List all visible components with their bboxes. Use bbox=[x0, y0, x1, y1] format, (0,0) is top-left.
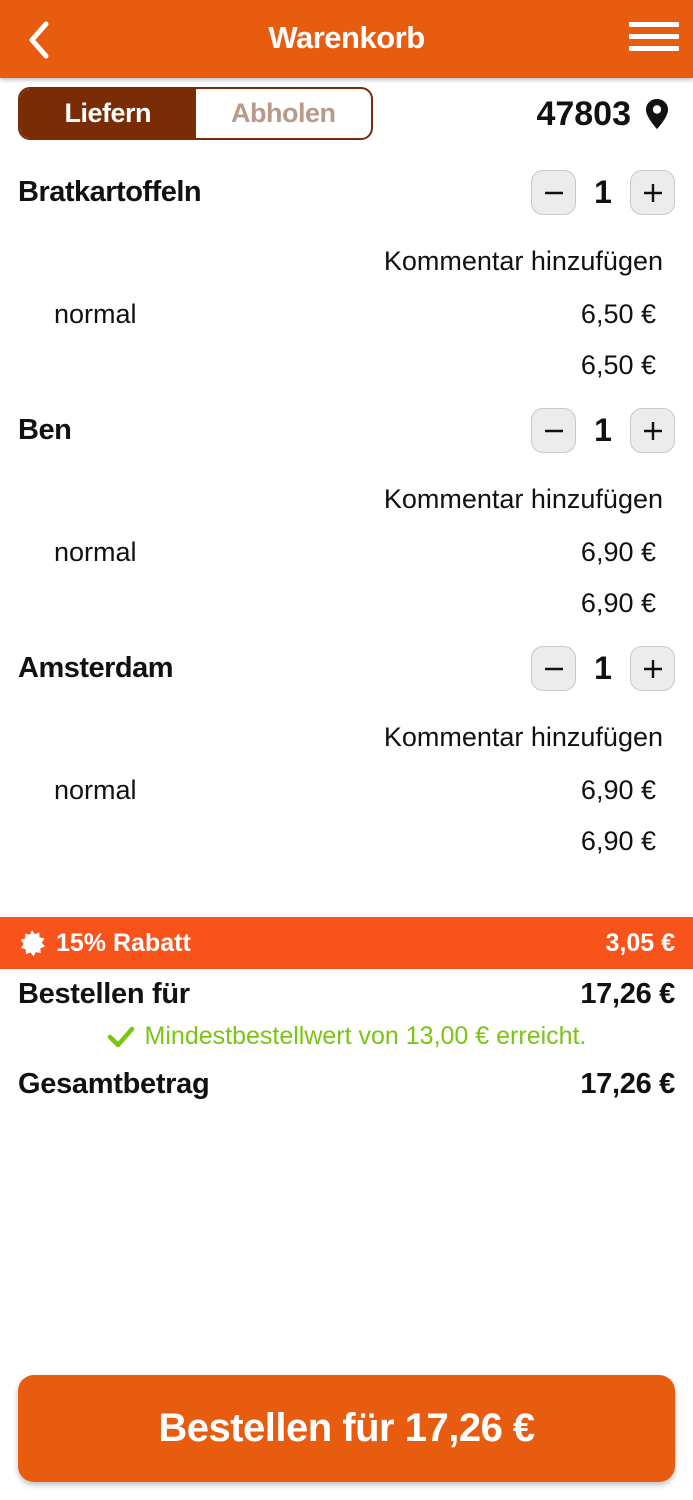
discount-bar: 15% Rabatt 3,05 € bbox=[0, 917, 693, 969]
order-for-row: Bestellen für 17,26 € bbox=[18, 978, 675, 1011]
item-variant: normal bbox=[54, 299, 137, 329]
item-name: Bratkartoffeln bbox=[18, 176, 202, 208]
increase-button[interactable] bbox=[630, 170, 675, 215]
add-comment-link[interactable]: Kommentar hinzufügen bbox=[384, 246, 663, 277]
total-label: Gesamtbetrag bbox=[18, 1068, 210, 1100]
minus-icon bbox=[544, 191, 563, 194]
total-row: Gesamtbetrag 17,26 € bbox=[18, 1068, 675, 1101]
variant-price: 6,90 € bbox=[580, 775, 656, 805]
quantity-value: 1 bbox=[594, 650, 612, 686]
item-name: Amsterdam bbox=[18, 652, 174, 684]
minimum-order-text: Mindestbestellwert von 13,00 € erreicht. bbox=[144, 1022, 587, 1050]
page-title: Warenkorb bbox=[268, 20, 425, 55]
menu-button[interactable] bbox=[629, 22, 679, 58]
badge-icon bbox=[20, 930, 45, 957]
toggle-liefern[interactable]: Liefern bbox=[20, 89, 196, 138]
check-icon bbox=[107, 1026, 134, 1047]
quantity-stepper: 1 bbox=[531, 408, 675, 453]
delivery-toggle: Liefern Abholen bbox=[18, 87, 373, 140]
quantity-stepper: 1 bbox=[531, 646, 675, 691]
add-comment-link[interactable]: Kommentar hinzufügen bbox=[384, 722, 663, 753]
zip-code: 47803 bbox=[536, 94, 631, 133]
variant-price: 6,90 € bbox=[580, 537, 656, 567]
hamburger-menu-icon bbox=[629, 22, 679, 51]
order-button[interactable]: Bestellen für 17,26 € bbox=[18, 1375, 675, 1482]
discount-label: 15% Rabatt bbox=[56, 928, 191, 957]
increase-button[interactable] bbox=[630, 408, 675, 453]
discount-amount: 3,05 € bbox=[605, 928, 675, 957]
quantity-stepper: 1 bbox=[531, 170, 675, 215]
plus-icon bbox=[643, 421, 662, 440]
item-total: 6,50 € bbox=[580, 350, 656, 380]
quantity-value: 1 bbox=[594, 412, 612, 448]
decrease-button[interactable] bbox=[531, 408, 576, 453]
item-total: 6,90 € bbox=[580, 588, 656, 618]
map-pin-icon bbox=[646, 99, 668, 129]
plus-icon bbox=[643, 183, 662, 202]
total-value: 17,26 € bbox=[580, 1068, 675, 1100]
location-selector[interactable]: 47803 bbox=[536, 92, 669, 136]
item-variant: normal bbox=[54, 537, 137, 567]
minus-icon bbox=[544, 667, 563, 670]
item-variant: normal bbox=[54, 775, 137, 805]
item-name: Ben bbox=[18, 414, 72, 446]
order-for-label: Bestellen für bbox=[18, 978, 190, 1010]
quantity-value: 1 bbox=[594, 174, 612, 210]
add-comment-link[interactable]: Kommentar hinzufügen bbox=[384, 484, 663, 515]
plus-icon bbox=[643, 659, 662, 678]
minimum-order-note: Mindestbestellwert von 13,00 € erreicht. bbox=[0, 1022, 693, 1051]
order-for-value: 17,26 € bbox=[580, 978, 675, 1010]
item-total: 6,90 € bbox=[580, 826, 656, 856]
app-header: Warenkorb bbox=[0, 0, 693, 78]
minus-icon bbox=[544, 429, 563, 432]
decrease-button[interactable] bbox=[531, 646, 576, 691]
toggle-abholen[interactable]: Abholen bbox=[196, 89, 372, 138]
variant-price: 6,50 € bbox=[580, 299, 656, 329]
increase-button[interactable] bbox=[630, 646, 675, 691]
decrease-button[interactable] bbox=[531, 170, 576, 215]
